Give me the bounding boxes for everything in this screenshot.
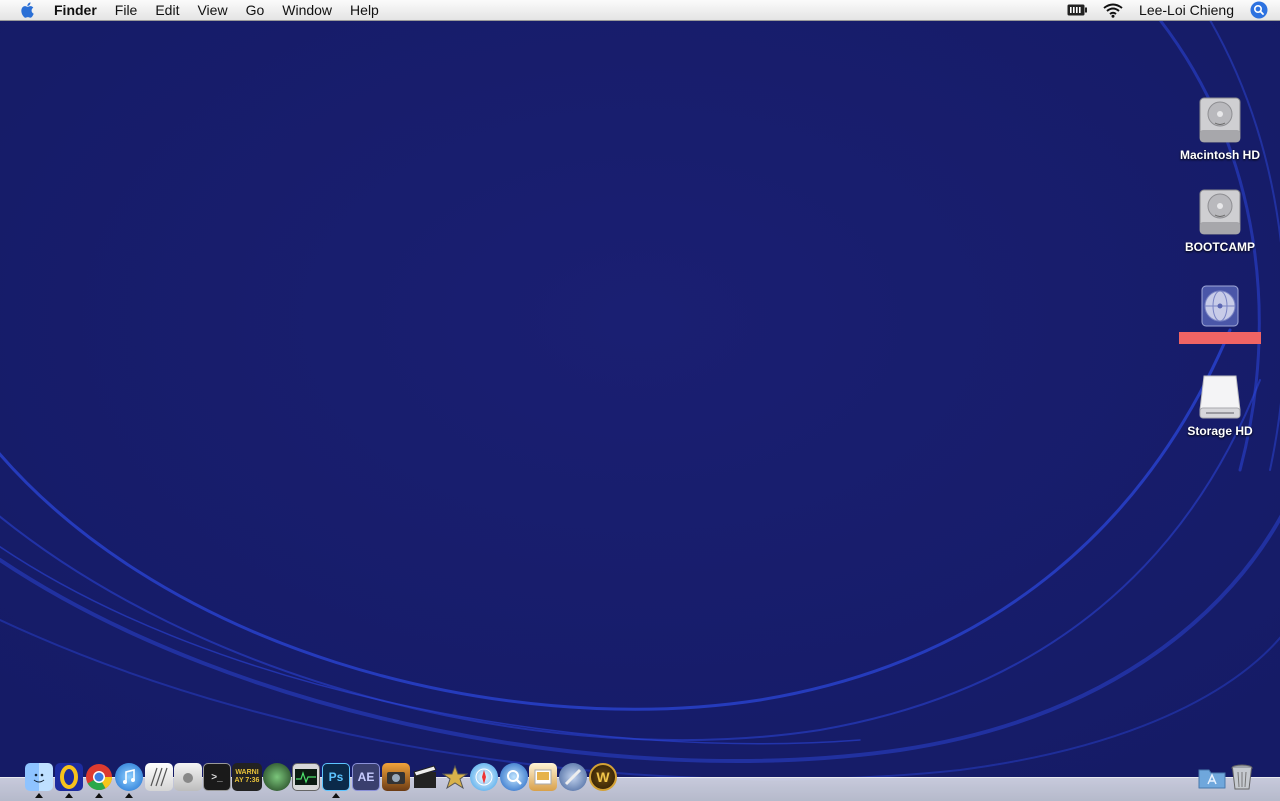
trash-icon[interactable] [1228,763,1256,791]
photoshop-icon[interactable]: Ps [322,763,350,791]
desktop-icon-bootcamp[interactable]: BOOTCAMP [1174,188,1266,254]
wifi-icon[interactable] [1103,3,1123,18]
quicktime-icon[interactable] [500,763,528,791]
boot-camp-icon[interactable] [174,763,202,791]
apple-icon[interactable] [18,0,38,20]
photoshop-label: Ps [328,770,344,784]
dock: >_ WARNI AY 7:36 Ps AE W [0,760,1280,801]
running-indicator [125,793,133,798]
hard-drive-icon [1199,97,1241,143]
xcode-icon[interactable] [559,763,587,791]
redacted-label [1179,332,1261,344]
wow-label: W [596,769,610,785]
adium-icon[interactable] [55,763,83,791]
desktop-icon-label: BOOTCAMP [1185,240,1255,254]
safari-icon[interactable] [470,763,498,791]
menu-view[interactable]: View [188,0,236,21]
external-drive-icon [1199,375,1241,419]
running-indicator [95,793,103,798]
desktop-icon-network-disk[interactable] [1174,284,1266,344]
user-name-menu[interactable]: Lee-Loi Chieng [1139,2,1234,18]
hard-drive-icon [1199,189,1241,235]
console-icon[interactable]: WARNI AY 7:36 [232,763,262,791]
after-effects-label: AE [357,770,375,784]
menu-file[interactable]: File [106,0,147,21]
imovie-icon[interactable] [441,763,469,791]
desktop-icon-macintosh-hd[interactable]: Macintosh HD [1174,96,1266,162]
chrome-icon[interactable] [85,763,113,791]
iphoto-icon[interactable] [382,763,410,791]
battery-icon[interactable] [1067,4,1088,16]
spotlight-search-icon[interactable] [1250,1,1268,19]
menu-go[interactable]: Go [237,0,274,21]
desktop-wallpaper [0,0,1280,800]
running-indicator [65,793,73,798]
menu-help[interactable]: Help [341,0,388,21]
menu-edit[interactable]: Edit [146,0,188,21]
after-effects-icon[interactable]: AE [352,763,380,791]
script-editor-icon[interactable] [145,763,173,791]
desktop-icon-label: Macintosh HD [1179,148,1260,162]
menu-app-name[interactable]: Finder [52,0,106,21]
desktop-icon-label: Storage HD [1187,424,1253,438]
console-text: WARNI AY 7:36 [234,769,260,784]
desktop-icon-storage-hd[interactable]: Storage HD [1174,372,1266,438]
preview-icon[interactable] [529,763,557,791]
running-indicator [35,793,43,798]
itunes-icon[interactable] [115,763,143,791]
network-disk-icon [1201,285,1239,327]
applications-folder-icon[interactable] [1198,763,1226,791]
menu-window[interactable]: Window [273,0,341,21]
terminal-icon[interactable]: >_ [203,763,231,791]
disk-utility-icon[interactable] [263,763,291,791]
menu-bar: Finder File Edit View Go Window Help Lee… [0,0,1280,21]
menu-extras: Lee-Loi Chieng [1067,0,1280,21]
running-indicator [332,793,340,798]
world-of-warcraft-icon[interactable]: W [589,763,617,791]
final-cut-icon[interactable] [411,763,439,791]
activity-monitor-icon[interactable] [292,763,320,791]
finder-icon[interactable] [25,763,53,791]
